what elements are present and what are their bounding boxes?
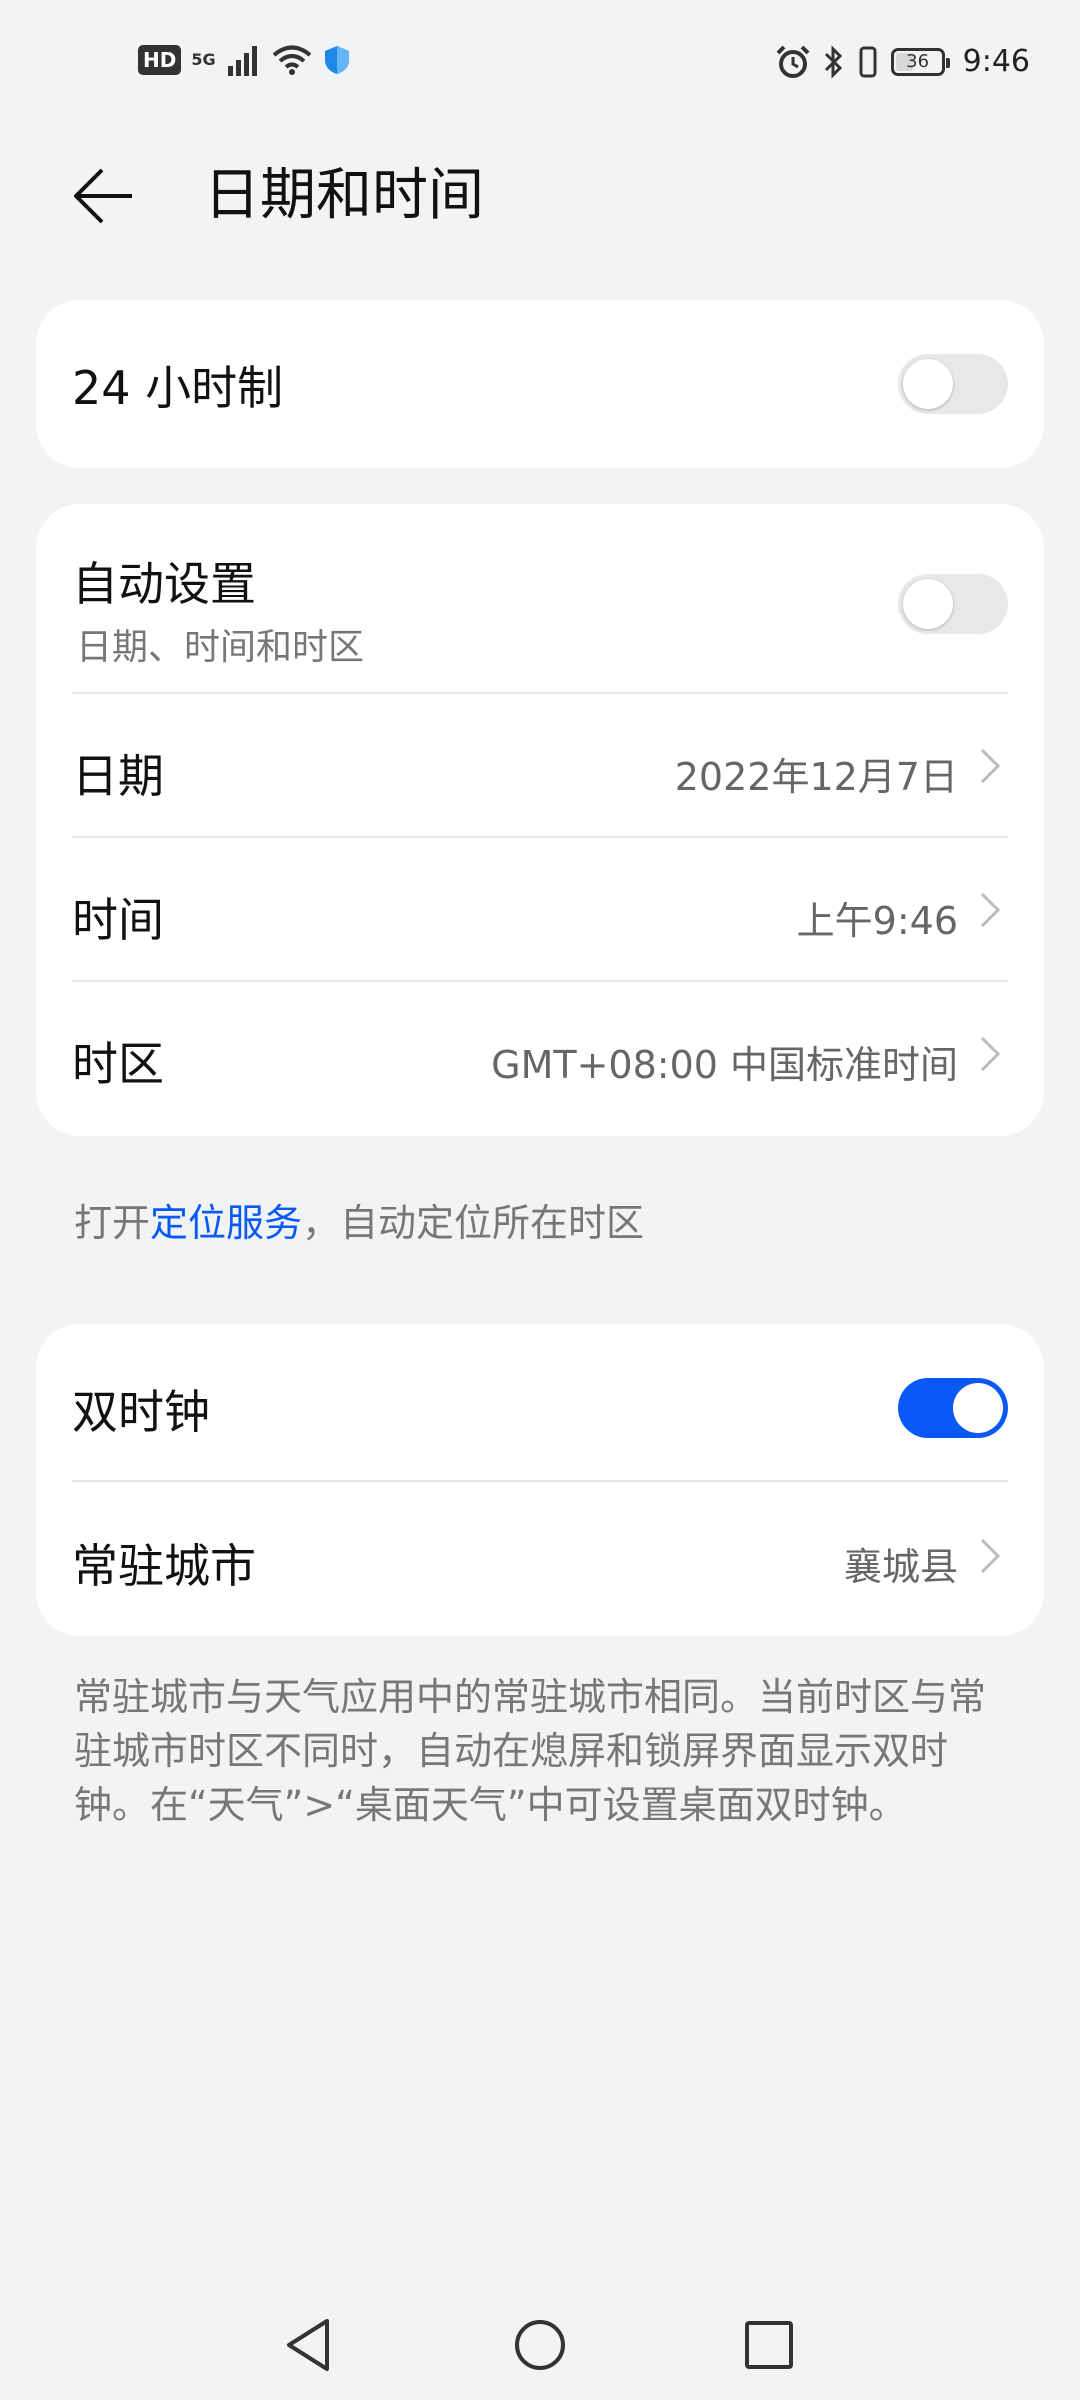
- hd-badge: HD: [138, 45, 182, 75]
- home-city-value: 襄城县: [843, 1545, 958, 1589]
- timezone-row[interactable]: 时区 GMT+08:00 中国标准时间: [36, 982, 1044, 1136]
- signal-icon: [227, 46, 257, 76]
- date-value: 2022年12月7日: [674, 755, 958, 799]
- vibrate-icon: [859, 46, 877, 77]
- status-bar-left: HD 5G: [138, 44, 352, 76]
- toggle-knob: [903, 579, 953, 629]
- timezone-value: GMT+08:00 中国标准时间: [491, 1043, 958, 1087]
- time-value: 上午9:46: [796, 899, 958, 943]
- hour24-row[interactable]: 24 小时制: [36, 300, 1044, 468]
- battery-level: 36: [906, 51, 930, 72]
- square-recents-icon: [745, 2321, 793, 2369]
- network-type: 5G: [191, 52, 215, 68]
- dual-clock-row[interactable]: 双时钟: [36, 1324, 1044, 1480]
- hour24-card: 24 小时制: [36, 300, 1044, 468]
- auto-set-label: 自动设置: [72, 557, 256, 611]
- toggle-knob: [903, 359, 953, 409]
- network-label: 5G: [191, 50, 216, 69]
- status-bar: HD 5G 36 9:46: [0, 0, 1080, 130]
- nav-back-button[interactable]: [274, 2310, 344, 2380]
- hour24-label: 24 小时制: [72, 361, 284, 415]
- auto-set-row[interactable]: 自动设置 日期、时间和时区: [36, 504, 1044, 694]
- navigation-bar: [0, 2300, 1080, 2380]
- alarm-icon: [776, 45, 810, 78]
- auto-set-sublabel: 日期、时间和时区: [76, 627, 365, 668]
- hour24-toggle[interactable]: [898, 354, 1008, 414]
- dual-clock-description: 常驻城市与天气应用中的常驻城市相同。当前时区与常驻城市时区不同时，自动在熄屏和锁…: [74, 1675, 987, 1827]
- dual-clock-card: 双时钟 常驻城市 襄城县: [36, 1324, 1044, 1636]
- home-city-row[interactable]: 常驻城市 襄城县: [36, 1482, 1044, 1636]
- chevron-right-icon: [980, 1036, 1001, 1072]
- triangle-back-icon: [287, 2319, 329, 2371]
- location-note: 打开定位服务，自动定位所在时区: [74, 1196, 1014, 1250]
- nav-recents-button[interactable]: [734, 2310, 804, 2380]
- nav-home-button[interactable]: [505, 2310, 575, 2380]
- timezone-label: 时区: [72, 1037, 164, 1091]
- status-time: 9:46: [962, 44, 1030, 79]
- page-title: 日期和时间: [204, 163, 484, 228]
- location-note-suffix: ，自动定位所在时区: [302, 1201, 645, 1245]
- time-row[interactable]: 时间 上午9:46: [36, 838, 1044, 982]
- location-service-link[interactable]: 定位服务: [150, 1201, 302, 1245]
- back-arrow-icon: [74, 168, 132, 224]
- location-note-prefix: 打开: [74, 1201, 151, 1245]
- back-button[interactable]: [64, 160, 144, 232]
- auto-set-toggle[interactable]: [898, 574, 1008, 634]
- bluetooth-icon: [824, 44, 842, 79]
- chevron-right-icon: [980, 1538, 1001, 1574]
- dual-clock-toggle[interactable]: [898, 1378, 1008, 1438]
- dual-clock-label: 双时钟: [72, 1385, 210, 1439]
- circle-home-icon: [515, 2320, 565, 2370]
- toggle-knob: [953, 1383, 1003, 1433]
- datetime-card: 自动设置 日期、时间和时区 日期 2022年12月7日 时间 上午9:46 时区…: [36, 504, 1044, 1136]
- home-city-label: 常驻城市: [72, 1539, 256, 1593]
- battery-icon: 36: [890, 47, 950, 76]
- date-row[interactable]: 日期 2022年12月7日: [36, 694, 1044, 838]
- shield-icon: [324, 46, 349, 74]
- time-label: 时间: [72, 893, 164, 947]
- date-label: 日期: [72, 749, 164, 803]
- status-bar-right: 36 9:46: [775, 44, 1030, 79]
- chevron-right-icon: [980, 748, 1001, 784]
- app-header: 日期和时间: [0, 140, 1080, 250]
- chevron-right-icon: [980, 892, 1001, 928]
- wifi-icon: [272, 45, 311, 75]
